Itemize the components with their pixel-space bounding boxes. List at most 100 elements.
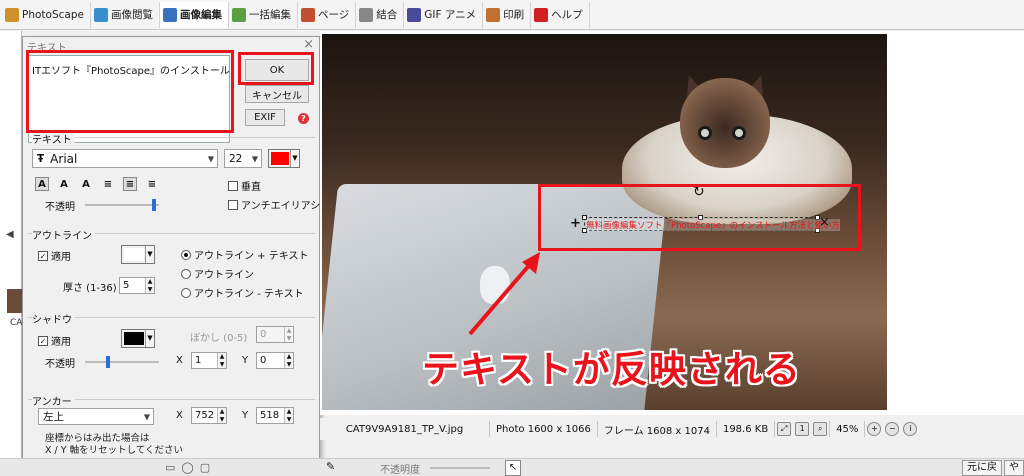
- slider-thumb[interactable]: [151, 199, 156, 211]
- shadow-x-label: X: [176, 355, 183, 366]
- overlay-text-highlight: [538, 184, 861, 251]
- collapse-arrow-icon[interactable]: ◀: [6, 229, 14, 240]
- pen-icon[interactable]: ✎: [326, 460, 335, 473]
- tab-gif[interactable]: GIF アニメ: [404, 1, 484, 28]
- color-dropdown-icon: ▼: [145, 330, 154, 347]
- status-frame-size: フレーム 1608 x 1074: [598, 421, 717, 437]
- anchor-y-stepper[interactable]: 518 ▲ ▼: [256, 407, 294, 424]
- exif-button[interactable]: EXIF: [245, 109, 285, 126]
- bottom-opacity-label: 不透明度: [380, 465, 420, 476]
- text-opacity-label: 不透明: [45, 202, 75, 213]
- shadow-group-label: シャドウ: [32, 311, 75, 326]
- align-right-button[interactable]: ≡: [145, 177, 159, 191]
- fit-screen-icon[interactable]: ⤢: [777, 422, 792, 436]
- shadow-x-stepper[interactable]: 1 ▲ ▼: [191, 352, 227, 369]
- outline-mode-label: アウトライン: [194, 270, 254, 281]
- thickness-stepper[interactable]: 5 ▲ ▼: [119, 277, 155, 294]
- drawing-tools-icon[interactable]: ▭◯▢: [165, 461, 216, 474]
- tab-label: 画像閲覧: [110, 9, 153, 21]
- zoom-fit-icon[interactable]: ⌕: [813, 422, 828, 436]
- viewer-icon: [93, 7, 108, 22]
- tab-page[interactable]: ページ: [298, 1, 357, 28]
- zoom-out-icon[interactable]: −: [885, 422, 900, 436]
- font-size-select[interactable]: 22 ▼: [224, 149, 262, 168]
- anchor-x-stepper[interactable]: 752 ▲ ▼: [191, 407, 227, 424]
- help-icon[interactable]: ?: [298, 113, 309, 124]
- tab-batch[interactable]: 一括編集: [229, 1, 298, 28]
- align-left-button[interactable]: ≡: [101, 177, 115, 191]
- stepper-arrows-icon[interactable]: ▲ ▼: [217, 353, 226, 368]
- undo-button[interactable]: 元に戻す: [962, 460, 1002, 476]
- vertical-checkbox[interactable]: 垂直: [228, 178, 261, 193]
- anchor-hint-line2: X / Y 軸をリセットしてください: [45, 445, 184, 456]
- font-select[interactable]: Ŧ Arial ▼: [32, 149, 218, 168]
- status-file-size: 198.6 KB: [717, 421, 776, 437]
- bold-button[interactable]: A: [35, 177, 49, 191]
- annotation-arrow-icon: [468, 252, 540, 336]
- blur-stepper[interactable]: 0 ▲ ▼: [256, 326, 294, 343]
- underline-button[interactable]: A: [79, 177, 93, 191]
- checkbox-box: [228, 199, 238, 210]
- slider-thumb[interactable]: [106, 356, 110, 368]
- tab-combine[interactable]: 結合: [356, 1, 405, 28]
- shadow-apply-checkbox[interactable]: ✓ 適用: [38, 333, 71, 348]
- zoom-level: 45%: [829, 421, 866, 437]
- outline-apply-checkbox[interactable]: ✓ 適用: [38, 248, 71, 263]
- tab-photoscape[interactable]: PhotoScape: [2, 1, 91, 28]
- outline-group-label: アウトライン: [32, 227, 95, 242]
- info-icon[interactable]: i: [903, 422, 918, 436]
- text-input-highlight: [26, 50, 234, 133]
- status-filename: CAT9V9A9181_TP_V.jpg: [320, 421, 490, 437]
- outline-mode-radio[interactable]: アウトライン: [181, 266, 254, 281]
- checkbox-box: [228, 180, 238, 191]
- font-name: Arial: [50, 151, 78, 166]
- bottom-opacity-slider[interactable]: [430, 467, 490, 469]
- tab-label: PhotoScape: [22, 8, 84, 21]
- text-color-picker[interactable]: ▼: [268, 149, 300, 168]
- batch-icon: [231, 7, 246, 22]
- anchor-position-select[interactable]: 左上 ▼: [38, 408, 154, 425]
- antialias-checkbox[interactable]: アンチエイリアシン:: [228, 197, 334, 212]
- tab-viewer[interactable]: 画像閲覧: [91, 1, 160, 28]
- tab-editor[interactable]: 画像編集: [159, 1, 229, 28]
- shadow-opacity-slider[interactable]: [85, 356, 159, 368]
- shadow-y-label: Y: [242, 355, 249, 366]
- outline-mode-radio[interactable]: アウトライン - テキスト: [181, 285, 304, 300]
- cancel-button[interactable]: キャンセル: [245, 85, 309, 103]
- stepper-arrows-icon[interactable]: ▲ ▼: [284, 353, 293, 368]
- stepper-arrows-icon[interactable]: ▲ ▼: [145, 278, 154, 293]
- close-icon[interactable]: ×: [303, 37, 314, 52]
- outline-mode-radio[interactable]: アウトライン + テキスト: [181, 247, 308, 262]
- radio-dot: [181, 287, 191, 298]
- align-center-button[interactable]: ≡: [123, 177, 137, 191]
- vertical-label: 垂直: [241, 182, 261, 193]
- redo-button[interactable]: やり直: [1004, 460, 1024, 476]
- shadow-y-stepper[interactable]: 0 ▲ ▼: [256, 352, 294, 369]
- chevron-down-icon: ▼: [207, 154, 214, 163]
- anchor-x-label: X: [176, 410, 183, 421]
- cat-eye-shape: [698, 126, 712, 140]
- stepper-arrows-icon[interactable]: ▲ ▼: [217, 408, 226, 423]
- cursor-tool-icon[interactable]: ↖: [505, 460, 521, 476]
- thickness-label: 厚さ (1-36): [63, 283, 117, 294]
- file-thumbnail[interactable]: [7, 289, 22, 313]
- ok-button-highlight: [238, 52, 314, 85]
- font-type-icon: Ŧ: [37, 152, 45, 165]
- tab-print[interactable]: 印刷: [483, 1, 532, 28]
- shadow-color-picker[interactable]: ▼: [121, 329, 155, 348]
- tab-help[interactable]: ヘルプ: [531, 1, 590, 28]
- shadow-x-value: 1: [195, 355, 202, 366]
- outline-color-picker[interactable]: ▼: [121, 245, 155, 264]
- text-opacity-slider[interactable]: [85, 199, 159, 211]
- tab-label: 印刷: [503, 9, 525, 21]
- page-icon: [300, 7, 315, 22]
- tab-label: 画像編集: [179, 9, 222, 21]
- zoom-in-icon[interactable]: +: [867, 422, 882, 436]
- actual-size-icon[interactable]: 1: [795, 422, 810, 436]
- photoscape-icon: [5, 7, 19, 22]
- italic-button[interactable]: A: [57, 177, 71, 191]
- stepper-arrows-icon[interactable]: ▲ ▼: [284, 408, 293, 423]
- stepper-arrows-icon[interactable]: ▲ ▼: [284, 327, 293, 342]
- checkbox-box: ✓: [38, 335, 48, 346]
- color-dropdown-icon: ▼: [145, 246, 154, 263]
